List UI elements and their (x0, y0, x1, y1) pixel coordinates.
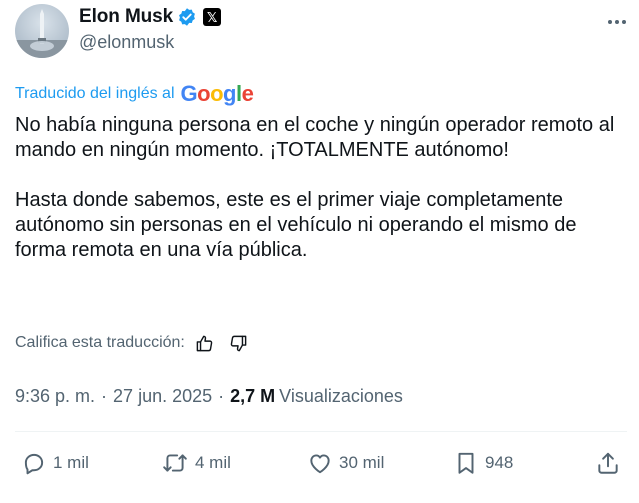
tweet-paragraph: No había ninguna persona en el coche y n… (15, 114, 615, 161)
heart-icon (310, 454, 330, 474)
action-bar: 1 mil 4 mil 30 mil 948 (15, 448, 627, 478)
separator-dot: · (101, 385, 108, 406)
affiliation-badge-icon[interactable]: 𝕏 (203, 8, 222, 26)
views-label[interactable]: Visualizaciones (279, 386, 403, 407)
google-logo: Google (180, 81, 254, 106)
like-button[interactable]: 30 mil (307, 448, 384, 478)
repost-count: 4 mil (195, 453, 231, 472)
thumbs-up-icon[interactable] (195, 333, 215, 353)
tweet-header: Elon Musk 𝕏 @elonmusk (15, 4, 627, 60)
rate-translation: Califica esta traducción: (15, 331, 249, 355)
repost-button[interactable]: 4 mil (161, 448, 231, 478)
views-count[interactable]: 2,7 M (230, 386, 275, 407)
tweet-meta: 9:36 p. m. · 27 jun. 2025 · 2,7 M Visual… (15, 383, 403, 409)
like-count: 30 mil (339, 453, 385, 472)
thumbs-down-icon[interactable] (229, 333, 249, 353)
bookmark-icon (458, 452, 474, 474)
rate-translation-label: Califica esta traducción: (15, 334, 185, 351)
tweet-date[interactable]: 27 jun. 2025 (113, 386, 212, 407)
tweet-text: No había ninguna persona en el coche y n… (15, 113, 615, 263)
repost-icon (163, 454, 187, 472)
tweet-time[interactable]: 9:36 p. m. (15, 386, 95, 407)
translated-from-link[interactable]: Traducido del inglés al (15, 85, 175, 103)
tweet-paragraph: Hasta donde sabemos, este es el primer v… (15, 189, 577, 261)
avatar[interactable] (15, 4, 69, 58)
reply-icon (24, 453, 44, 475)
more-options-icon[interactable] (604, 12, 630, 32)
divider (15, 431, 627, 432)
author-name-row: Elon Musk 𝕏 (79, 5, 222, 29)
author-handle[interactable]: @elonmusk (79, 32, 174, 53)
share-button[interactable] (595, 448, 621, 478)
bookmark-button[interactable]: 948 (453, 448, 513, 478)
author-display-name[interactable]: Elon Musk (79, 6, 173, 28)
share-icon (598, 452, 618, 474)
separator-dot: · (218, 385, 225, 406)
translation-attribution: Traducido del inglés al Google (15, 81, 254, 106)
verified-badge-icon[interactable] (177, 7, 197, 27)
reply-button[interactable]: 1 mil (21, 448, 89, 478)
reply-count: 1 mil (53, 453, 89, 472)
bookmark-count: 948 (485, 453, 514, 472)
